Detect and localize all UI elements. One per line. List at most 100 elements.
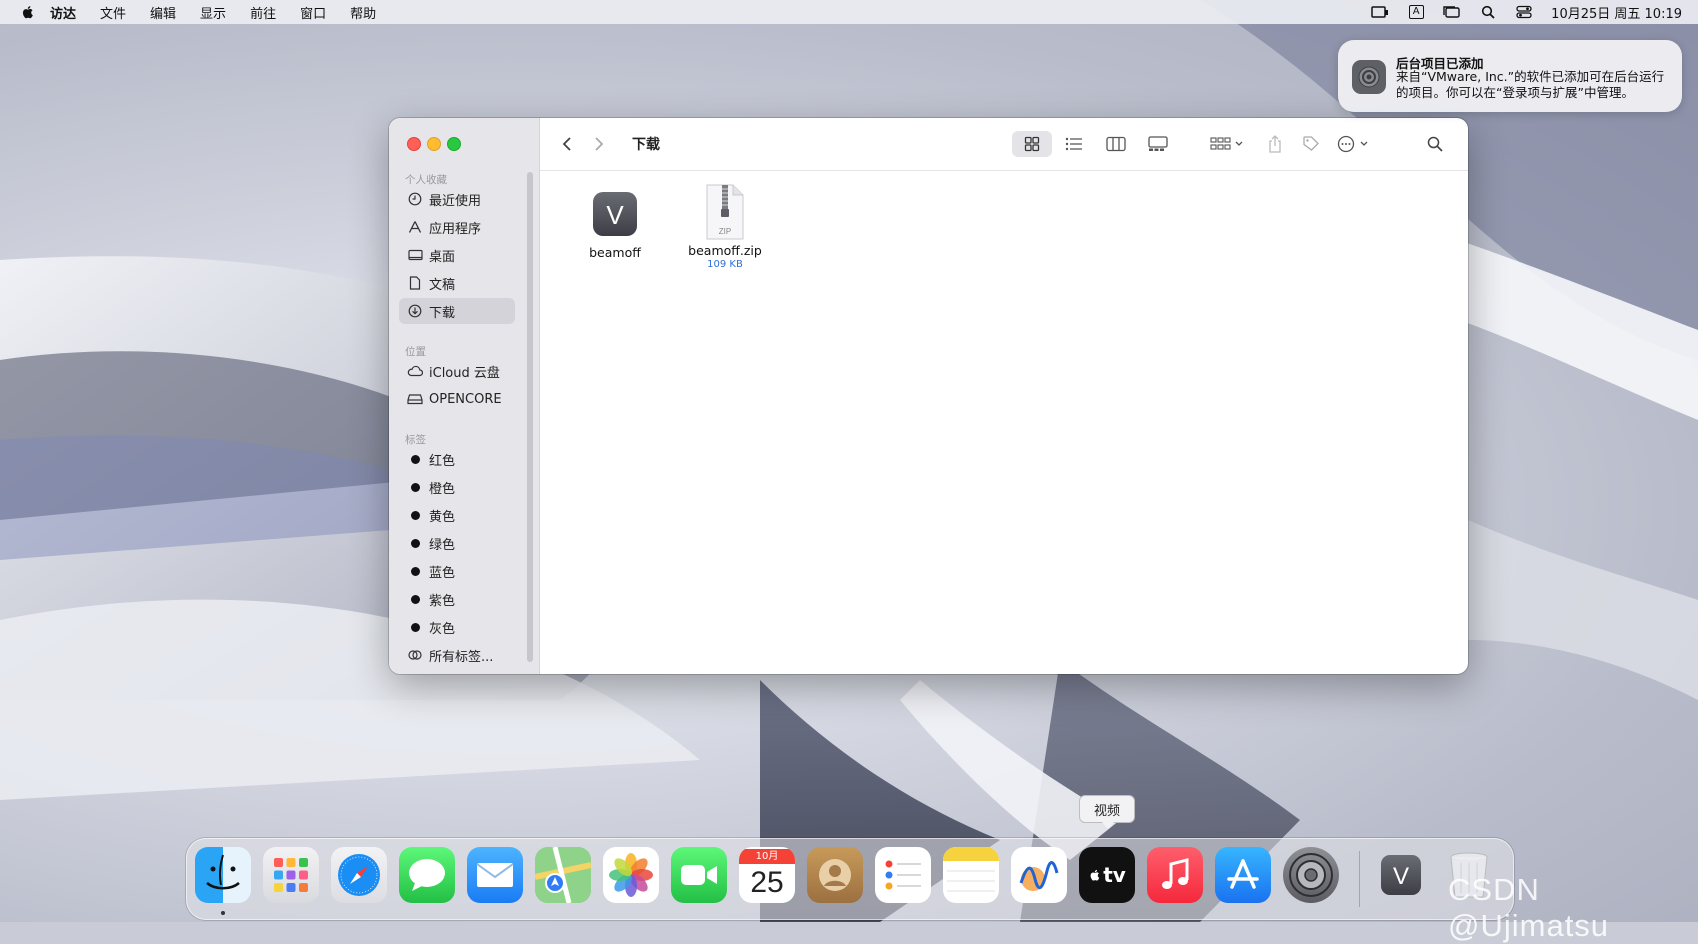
sidebar-item-label: 最近使用 (429, 193, 482, 209)
input-source-icon[interactable]: A (1407, 5, 1425, 19)
sidebar-tag-gray[interactable]: 灰色 (399, 614, 515, 640)
reminders-dock-icon[interactable] (875, 847, 931, 903)
calendar-dock-icon[interactable]: 10月 25 (739, 847, 795, 903)
group-by-button[interactable] (1204, 131, 1250, 157)
tag-dot-icon (407, 563, 423, 579)
menu-file[interactable]: 文件 (100, 3, 126, 22)
freeform-dock-icon[interactable] (1011, 847, 1067, 903)
svg-text:V: V (606, 200, 624, 230)
notification-banner[interactable]: 后台项目已添加 来自“VMware, Inc.”的软件已添加可在后台运行的项目。… (1338, 40, 1682, 112)
finder-toolbar: 下载 (540, 118, 1468, 171)
sidebar-item-opencore[interactable]: OPENCORE (399, 386, 515, 412)
stage-manager-icon[interactable] (1443, 5, 1461, 19)
menu-window[interactable]: 窗口 (300, 3, 326, 22)
apple-menu-icon[interactable] (20, 4, 36, 20)
vmware-dock-icon[interactable]: V (1373, 847, 1429, 903)
file-name: beamoff.zip (688, 243, 762, 258)
safari-dock-icon[interactable] (331, 847, 387, 903)
system-settings-dock-icon[interactable] (1283, 847, 1339, 903)
dock: 10月 25 tv V (186, 838, 1514, 920)
svg-text:ZIP: ZIP (719, 227, 731, 236)
sidebar-item-applications[interactable]: 应用程序 (399, 214, 515, 240)
spotlight-search-icon[interactable] (1479, 5, 1497, 19)
notification-body: 来自“VMware, Inc.”的软件已添加可在后台运行的项目。你可以在“登录项… (1396, 69, 1665, 100)
menu-edit[interactable]: 编辑 (150, 3, 176, 22)
sidebar-item-documents[interactable]: 文稿 (399, 270, 515, 296)
all-tags-icon (407, 647, 423, 663)
control-center-icon[interactable] (1515, 5, 1533, 19)
minimize-window-button[interactable] (427, 137, 441, 151)
clock-icon (407, 191, 423, 207)
sidebar-item-label: 蓝色 (429, 565, 456, 581)
maps-dock-icon[interactable] (535, 847, 591, 903)
contacts-dock-icon[interactable] (807, 847, 863, 903)
gallery-view-button[interactable] (1138, 131, 1178, 157)
document-icon (407, 275, 423, 291)
apple-tv-dock-icon[interactable]: tv (1079, 847, 1135, 903)
tag-dot-icon (407, 591, 423, 607)
file-browser-content: V beamoff ZIP beamoff.zip 109 KB (540, 171, 1468, 674)
sidebar-tag-orange[interactable]: 橙色 (399, 474, 515, 500)
sidebar-item-recents[interactable]: 最近使用 (399, 186, 515, 212)
sidebar-tag-purple[interactable]: 紫色 (399, 586, 515, 612)
mail-dock-icon[interactable] (467, 847, 523, 903)
forward-button[interactable] (588, 131, 610, 157)
icon-view-button[interactable] (1012, 131, 1052, 157)
facetime-dock-icon[interactable] (671, 847, 727, 903)
tag-dot-icon (407, 479, 423, 495)
sidebar-item-label: 桌面 (429, 249, 456, 265)
sidebar-item-label: 绿色 (429, 537, 456, 553)
sidebar-item-icloud-drive[interactable]: iCloud 云盘 (399, 358, 515, 384)
sidebar-item-label: 橙色 (429, 481, 456, 497)
svg-text:V: V (1393, 863, 1409, 890)
sidebar-item-label: 应用程序 (429, 221, 482, 237)
share-button[interactable] (1260, 131, 1290, 157)
sidebar-item-label: 灰色 (429, 621, 456, 637)
app-store-dock-icon[interactable] (1215, 847, 1271, 903)
column-view-button[interactable] (1096, 131, 1136, 157)
dock-tooltip: 视频 (1079, 795, 1135, 829)
menu-view[interactable]: 显示 (200, 3, 226, 22)
window-title: 下载 (632, 137, 660, 153)
tag-dot-icon (407, 619, 423, 635)
sidebar-tag-yellow[interactable]: 黄色 (399, 502, 515, 528)
sidebar-tag-red[interactable]: 红色 (399, 446, 515, 472)
system-settings-gear-icon (1352, 60, 1386, 94)
list-view-button[interactable] (1054, 131, 1094, 157)
sidebar-item-label: 红色 (429, 453, 456, 469)
sidebar-item-downloads[interactable]: 下载 (399, 298, 515, 324)
screen-mirroring-icon[interactable] (1371, 5, 1389, 19)
disk-drive-icon (407, 391, 423, 407)
search-button[interactable] (1420, 131, 1450, 157)
more-actions-button[interactable] (1332, 131, 1376, 157)
messages-dock-icon[interactable] (399, 847, 455, 903)
sidebar-all-tags[interactable]: 所有标签... (399, 642, 515, 668)
tag-button[interactable] (1296, 131, 1326, 157)
file-item[interactable]: ZIP beamoff.zip 109 KB (675, 183, 775, 270)
maximize-window-button[interactable] (447, 137, 461, 151)
launchpad-dock-icon[interactable] (263, 847, 319, 903)
music-dock-icon[interactable] (1147, 847, 1203, 903)
notes-dock-icon[interactable] (943, 847, 999, 903)
finder-dock-icon[interactable] (195, 847, 251, 903)
menu-bar: 访达 文件 编辑 显示 前往 窗口 帮助 A 10月25日 周五 10:19 (0, 0, 1698, 24)
file-item[interactable]: V beamoff (565, 189, 665, 260)
zip-archive-icon: ZIP (701, 183, 749, 241)
menu-help[interactable]: 帮助 (350, 3, 376, 22)
sidebar-tag-green[interactable]: 绿色 (399, 530, 515, 556)
menu-finder[interactable]: 访达 (50, 3, 76, 22)
sidebar-scrollbar[interactable] (527, 172, 533, 662)
sidebar-item-desktop[interactable]: 桌面 (399, 242, 515, 268)
tags-header: 标签 (405, 434, 426, 446)
menu-bar-clock[interactable]: 10月25日 周五 10:19 (1551, 3, 1682, 22)
sidebar-item-label: 紫色 (429, 593, 456, 609)
sidebar-item-label: 所有标签... (429, 649, 494, 665)
menu-go[interactable]: 前往 (250, 3, 276, 22)
sidebar-tag-blue[interactable]: 蓝色 (399, 558, 515, 584)
back-button[interactable] (556, 131, 578, 157)
photos-dock-icon[interactable] (603, 847, 659, 903)
file-size: 109 KB (707, 259, 743, 270)
favorites-header: 个人收藏 (405, 174, 447, 186)
dock-separator (1359, 851, 1360, 907)
close-window-button[interactable] (407, 137, 421, 151)
